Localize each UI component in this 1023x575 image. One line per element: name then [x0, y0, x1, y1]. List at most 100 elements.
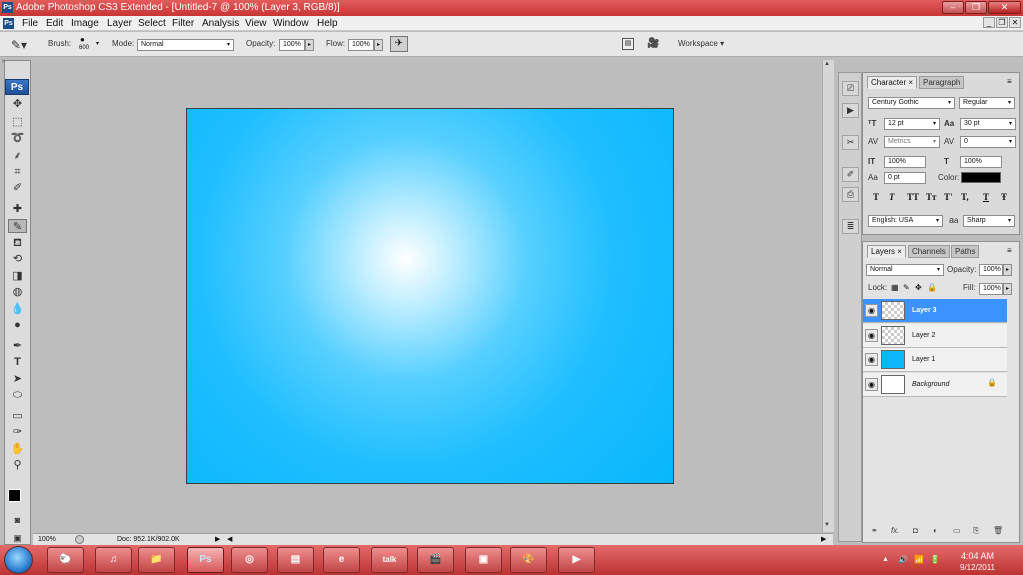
pen-tool-icon[interactable]: ✒ [8, 339, 27, 353]
layer-row-layer-1[interactable]: ◉ Layer 1 [863, 348, 1007, 372]
doc-minimize-button[interactable]: _ [983, 17, 995, 28]
menu-analysis[interactable]: Analysis [202, 17, 239, 30]
dodge-tool-icon[interactable]: ● [8, 318, 27, 332]
marquee-tool-icon[interactable]: ⬚ [8, 115, 27, 129]
group-icon[interactable]: ▭ [953, 526, 961, 535]
tray-expand-icon[interactable]: ▲ [882, 556, 889, 563]
notes-tool-icon[interactable]: ▭ [8, 409, 27, 423]
font-size-select[interactable]: 12 pt ▾ [884, 118, 940, 130]
fill-slider-button[interactable]: ▸ [1003, 283, 1012, 295]
hand-tool-icon[interactable]: ✋ [8, 442, 27, 456]
superscript-button[interactable]: T' [944, 192, 953, 202]
underline-button[interactable]: T [983, 192, 989, 202]
start-button[interactable] [4, 546, 33, 574]
blend-mode-select[interactable]: Normal ▾ [866, 264, 944, 276]
layer-row-background[interactable]: ◉ Background 🔒 [863, 373, 1007, 397]
itunes-icon[interactable]: ♫ [95, 547, 132, 573]
actions-panel-icon[interactable]: ▶ [842, 103, 859, 118]
brush-preset-icon[interactable]: ✎▾ [11, 38, 27, 52]
document-icon[interactable]: Ps [3, 18, 14, 29]
horizontal-scale-field[interactable]: 100% [960, 156, 1002, 168]
brush-size[interactable]: 600 [79, 45, 89, 51]
layers-panel-menu-icon[interactable]: ≡ [1007, 246, 1012, 255]
eraser-tool-icon[interactable]: ◨ [8, 269, 27, 283]
menu-file[interactable]: File [22, 17, 38, 30]
layer-row-layer-2[interactable]: ◉ Layer 2 [863, 324, 1007, 348]
media-icon[interactable]: 🎬 [417, 547, 454, 573]
eye-icon[interactable]: ◉ [865, 304, 878, 317]
font-family-select[interactable]: Century Gothic ▾ [868, 97, 955, 109]
menu-window[interactable]: Window [273, 17, 309, 30]
screen-icon[interactable]: ▣ [465, 547, 502, 573]
paint-bucket-tool-icon[interactable]: ◍ [8, 285, 27, 299]
strikethrough-button[interactable]: Ŧ [1001, 192, 1007, 202]
brush-dropdown-icon[interactable]: ▾ [96, 40, 99, 47]
workspace-button[interactable]: Workspace ▾ [678, 38, 724, 50]
move-tool-icon[interactable]: ✥ [8, 97, 27, 111]
network-icon[interactable]: 📶 [914, 555, 924, 564]
layer-opacity-field[interactable]: 100% [979, 264, 1003, 276]
new-layer-icon[interactable]: ⎘ [973, 526, 979, 536]
flow-field[interactable]: 100% [348, 39, 374, 51]
menu-help[interactable]: Help [317, 17, 338, 30]
opacity-slider-button[interactable]: ▸ [305, 39, 314, 51]
lock-transparent-icon[interactable]: ▦ [891, 283, 899, 292]
faux-bold-button[interactable]: T [873, 192, 879, 202]
paint-icon[interactable]: 🎨 [510, 547, 547, 573]
hscroll-left-icon[interactable]: ◀ [227, 534, 232, 545]
lock-position-icon[interactable]: ✥ [915, 283, 922, 292]
quick-mask-icon[interactable]: ◙ [8, 513, 27, 527]
healing-tool-icon[interactable]: ✚ [8, 202, 27, 216]
status-arrow-icon[interactable]: ▶ [215, 534, 220, 545]
history-panel-icon[interactable]: ⎚ [842, 81, 859, 96]
tools-panel-icon[interactable]: ✂ [842, 135, 859, 150]
faux-italic-button[interactable]: T [889, 192, 895, 202]
eye-icon[interactable]: ◉ [865, 329, 878, 342]
history-brush-tool-icon[interactable]: ⟲ [8, 252, 27, 266]
opacity-field[interactable]: 100% [279, 39, 305, 51]
link-icon[interactable]: ⚭ [871, 526, 878, 535]
slice-tool-icon[interactable]: ✐ [8, 181, 27, 195]
panel-menu-icon[interactable]: ≡ [1007, 77, 1012, 86]
tab-channels[interactable]: Channels [908, 245, 950, 258]
fill-field[interactable]: 100% [979, 283, 1003, 295]
minimize-button[interactable]: – [942, 1, 964, 14]
zoom-tool-icon[interactable]: ⚲ [8, 458, 27, 472]
eye-icon[interactable]: ◉ [865, 353, 878, 366]
bridge-icon[interactable]: 🎥 [647, 38, 659, 49]
eye-icon[interactable]: ◉ [865, 378, 878, 391]
layer-opacity-slider-button[interactable]: ▸ [1003, 264, 1012, 276]
scroll-down-icon[interactable]: ▼ [824, 522, 830, 528]
path-select-tool-icon[interactable]: ➤ [8, 372, 27, 386]
antialias-select[interactable]: Sharp ▾ [963, 215, 1015, 227]
font-style-select[interactable]: Regular ▾ [959, 97, 1015, 109]
document-canvas[interactable] [186, 108, 674, 484]
all-caps-button[interactable]: TT [907, 192, 919, 202]
power-icon[interactable]: 🔋 [930, 555, 940, 564]
palette-well-icon[interactable]: ▤ [622, 38, 634, 50]
volume-icon[interactable]: 🔊 [898, 555, 908, 564]
hscroll-right-icon[interactable]: ▶ [821, 534, 826, 545]
presentation-icon[interactable]: ▤ [277, 547, 314, 573]
small-caps-button[interactable]: Tт [926, 192, 936, 202]
scroll-up-icon[interactable]: ▲ [824, 61, 830, 67]
brush-tool-icon[interactable]: ✎ [8, 219, 27, 233]
menu-filter[interactable]: Filter [172, 17, 194, 30]
foreground-color-swatch[interactable] [8, 489, 21, 502]
blur-tool-icon[interactable]: 💧 [8, 302, 27, 316]
doc-restore-button[interactable]: ❐ [996, 17, 1008, 28]
vertical-scale-field[interactable]: 100% [884, 156, 926, 168]
clock-date[interactable]: 9/12/2011 [960, 563, 995, 572]
layer-row-layer-3[interactable]: ◉ Layer 3 [863, 299, 1007, 323]
close-button[interactable]: ✕ [988, 1, 1021, 14]
language-select[interactable]: English: USA ▾ [868, 215, 943, 227]
clone-stamp-tool-icon[interactable]: ⛾ [8, 236, 27, 250]
crop-tool-icon[interactable]: ⌗ [8, 165, 27, 179]
tab-paths[interactable]: Paths [951, 245, 980, 258]
screen-mode-icon[interactable]: ▣ [8, 531, 27, 545]
chrome-icon[interactable]: ◎ [231, 547, 268, 573]
tab-paragraph[interactable]: Paragraph [919, 76, 965, 89]
restore-button[interactable]: ❐ [965, 1, 987, 14]
quick-select-tool-icon[interactable]: ⸙ [8, 149, 27, 163]
fx-icon[interactable]: fx. [891, 526, 899, 535]
